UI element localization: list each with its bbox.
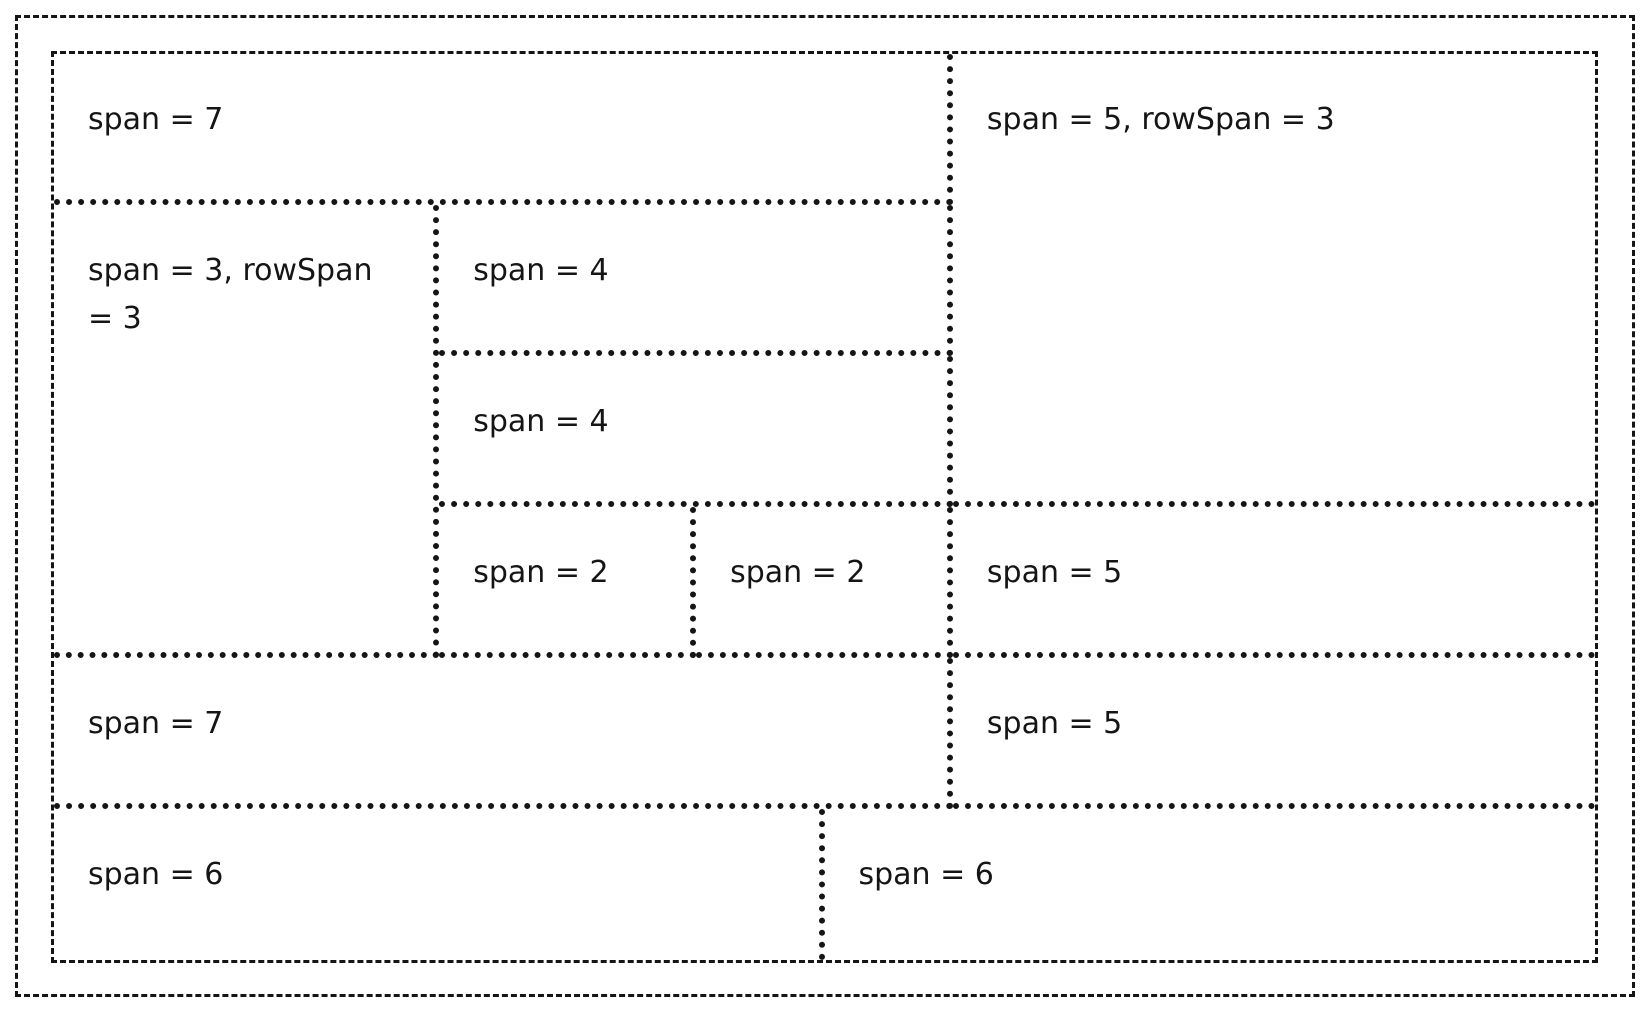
grid-item-label: span = 3, rowSpan = 3 bbox=[88, 253, 373, 336]
grid-item-span-6: span = 6 bbox=[825, 809, 1596, 960]
grid-item-label: span = 7 bbox=[88, 102, 224, 137]
grid-item-label: span = 2 bbox=[473, 555, 609, 590]
grid-item-span-2: span = 2 bbox=[696, 507, 953, 658]
grid-layout: span = 7 span = 5, rowSpan = 3 span = 3,… bbox=[51, 51, 1598, 963]
grid-item-span-5: span = 5 bbox=[952, 658, 1595, 809]
grid-item-span-6: span = 6 bbox=[54, 809, 825, 960]
grid-item-span-3-rowspan-3: span = 3, rowSpan = 3 bbox=[54, 205, 440, 658]
grid-item-span-4: span = 4 bbox=[439, 205, 953, 356]
grid-item-span-4: span = 4 bbox=[439, 356, 953, 507]
grid-item-label: span = 6 bbox=[858, 857, 994, 892]
grid-item-label: span = 5 bbox=[986, 706, 1123, 741]
grid-item-span-7: span = 7 bbox=[54, 658, 953, 809]
grid-item-span-5: span = 5 bbox=[952, 507, 1595, 658]
grid-item-span-2: span = 2 bbox=[439, 507, 697, 658]
grid-item-label: span = 5 bbox=[986, 555, 1123, 590]
grid-item-label: span = 7 bbox=[88, 706, 224, 741]
grid-item-span-7: span = 7 bbox=[54, 54, 953, 205]
grid-item-label: span = 4 bbox=[473, 253, 609, 288]
grid-item-label: span = 5, rowSpan = 3 bbox=[986, 102, 1335, 137]
grid-item-label: span = 6 bbox=[88, 857, 224, 892]
grid-item-span-5-rowspan-3: span = 5, rowSpan = 3 bbox=[952, 54, 1595, 507]
grid-item-label: span = 2 bbox=[730, 555, 866, 590]
grid-item-label: span = 4 bbox=[473, 404, 609, 439]
